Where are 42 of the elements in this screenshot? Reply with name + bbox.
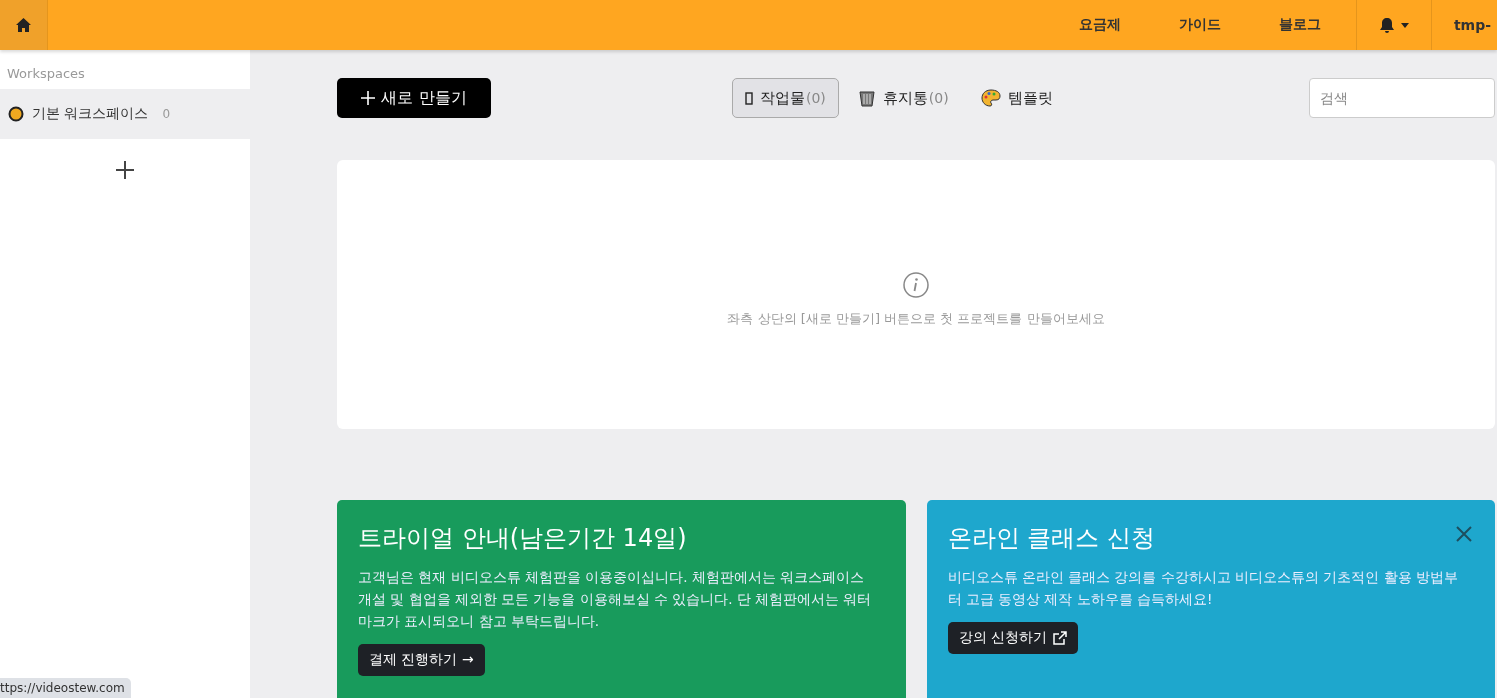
- close-button[interactable]: [1456, 526, 1472, 542]
- nav-link[interactable]: 가이드: [1149, 16, 1250, 34]
- plus-icon: [116, 161, 134, 179]
- card-text: 비디오스튜 온라인 클래스 강의를 수강하시고 비디오스튜의 기초적인 활용 방법부터 고급 동영상 제작 노하우를 습득하세요!: [947, 568, 1459, 609]
- tab-label: 작업물: [760, 88, 805, 108]
- notifications-button[interactable]: [1355, 0, 1432, 50]
- nav-link[interactable]: 요금제: [1049, 16, 1150, 34]
- external-link-icon: [1051, 630, 1067, 646]
- filter-tab[interactable]: 작업물(0): [732, 78, 839, 118]
- info-icon: [903, 271, 929, 298]
- tab-count: (0): [928, 90, 949, 106]
- caret-icon: [1400, 22, 1409, 28]
- empty-state-message: 좌측 상단의 [새로 만들기] 버튼으로 첫 프로젝트를 만들어보세요: [727, 309, 1105, 328]
- workspace-name: 기본 워크스페이스: [32, 105, 149, 123]
- close-icon: [1456, 526, 1472, 542]
- card-action-button[interactable]: 결제 진행하기 →: [358, 644, 485, 676]
- rectangle-icon: [745, 91, 753, 105]
- card-title: 온라인 클래스 신청: [947, 523, 1155, 554]
- card-title: 트라이얼 안내(남은기간 14일): [358, 523, 687, 554]
- status-url: ttps://videostew.com: [0, 678, 131, 698]
- workspace-item[interactable]: 기본 워크스페이스 0: [0, 89, 250, 139]
- workspace-count: 0: [162, 107, 171, 121]
- trash-can-icon: [857, 89, 876, 107]
- filter-tab[interactable]: 템플릿: [967, 78, 1066, 118]
- sidebar-heading: Workspaces: [6, 65, 86, 83]
- add-workspace-button[interactable]: [116, 161, 134, 179]
- bell-icon: [1378, 16, 1395, 34]
- plus-icon: [361, 91, 376, 105]
- tab-label: 휴지통: [882, 88, 928, 108]
- new-project-button[interactable]: 새로 만들기: [337, 78, 491, 118]
- search-field[interactable]: 검색: [1309, 78, 1495, 118]
- home-icon: [15, 17, 32, 33]
- filter-tab[interactable]: 휴지통(0): [844, 78, 962, 118]
- card-text: 고객님은 현재 비디오스튜 체험판을 이용중이십니다. 체험판에서는 워크스페이스 개설 및 협업을 제외한 모든 기능을 이용해보실 수 있습니다. 단 체험판에서는 워터마크가 표시되오니 참고 부탁드립니다.: [358, 568, 873, 631]
- home-button[interactable]: [0, 0, 48, 50]
- nav-link[interactable]: 블로그: [1249, 16, 1350, 34]
- card-action-button[interactable]: 강의 신청하기: [947, 622, 1078, 654]
- tab-label: 템플릿: [1007, 88, 1053, 108]
- user-menu[interactable]: tmp-: [1431, 17, 1497, 33]
- workspace-icon: [8, 106, 24, 122]
- tab-count: (0): [806, 90, 826, 106]
- palette-icon: [980, 89, 1001, 107]
